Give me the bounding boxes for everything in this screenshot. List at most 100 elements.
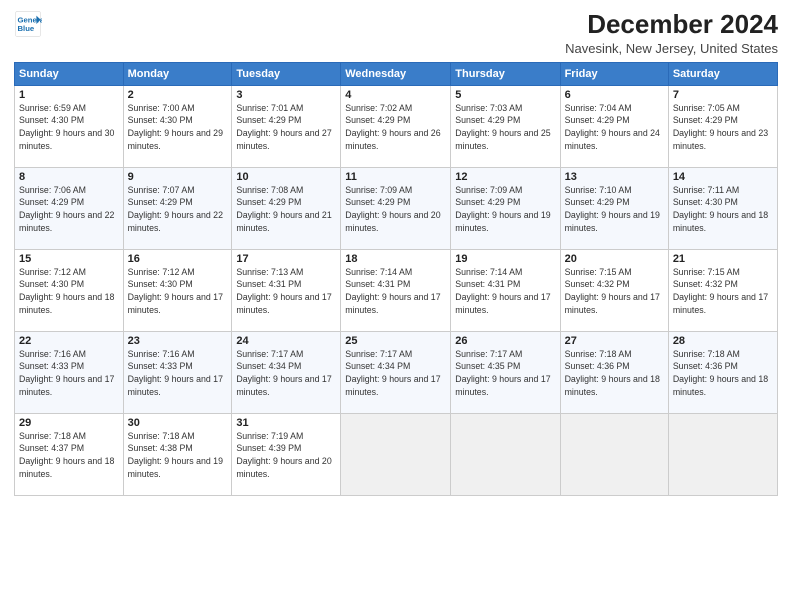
table-row: 16 Sunrise: 7:12 AM Sunset: 4:30 PM Dayl… xyxy=(123,249,232,331)
day-number: 29 xyxy=(19,417,119,429)
table-row: 27 Sunrise: 7:18 AM Sunset: 4:36 PM Dayl… xyxy=(560,331,668,413)
day-number: 4 xyxy=(345,89,446,101)
header: General Blue December 2024 Navesink, New… xyxy=(14,10,778,56)
day-info: Sunrise: 7:04 AM Sunset: 4:29 PM Dayligh… xyxy=(565,102,664,153)
day-number: 27 xyxy=(565,335,664,347)
day-number: 25 xyxy=(345,335,446,347)
day-number: 3 xyxy=(236,89,336,101)
day-info: Sunrise: 7:18 AM Sunset: 4:36 PM Dayligh… xyxy=(565,348,664,399)
day-info: Sunrise: 7:12 AM Sunset: 4:30 PM Dayligh… xyxy=(19,266,119,317)
day-info: Sunrise: 7:15 AM Sunset: 4:32 PM Dayligh… xyxy=(673,266,773,317)
table-row: 21 Sunrise: 7:15 AM Sunset: 4:32 PM Dayl… xyxy=(668,249,777,331)
table-row xyxy=(560,413,668,495)
day-number: 8 xyxy=(19,171,119,183)
day-number: 26 xyxy=(455,335,555,347)
day-number: 7 xyxy=(673,89,773,101)
col-monday: Monday xyxy=(123,62,232,85)
table-row: 3 Sunrise: 7:01 AM Sunset: 4:29 PM Dayli… xyxy=(232,85,341,167)
page: General Blue December 2024 Navesink, New… xyxy=(0,0,792,612)
day-number: 2 xyxy=(128,89,228,101)
table-row: 30 Sunrise: 7:18 AM Sunset: 4:38 PM Dayl… xyxy=(123,413,232,495)
col-wednesday: Wednesday xyxy=(341,62,451,85)
table-row: 20 Sunrise: 7:15 AM Sunset: 4:32 PM Dayl… xyxy=(560,249,668,331)
day-info: Sunrise: 7:12 AM Sunset: 4:30 PM Dayligh… xyxy=(128,266,228,317)
day-info: Sunrise: 7:09 AM Sunset: 4:29 PM Dayligh… xyxy=(345,184,446,235)
table-row: 31 Sunrise: 7:19 AM Sunset: 4:39 PM Dayl… xyxy=(232,413,341,495)
day-info: Sunrise: 7:17 AM Sunset: 4:34 PM Dayligh… xyxy=(236,348,336,399)
day-info: Sunrise: 7:13 AM Sunset: 4:31 PM Dayligh… xyxy=(236,266,336,317)
col-friday: Friday xyxy=(560,62,668,85)
col-thursday: Thursday xyxy=(451,62,560,85)
day-info: Sunrise: 7:09 AM Sunset: 4:29 PM Dayligh… xyxy=(455,184,555,235)
day-info: Sunrise: 7:18 AM Sunset: 4:38 PM Dayligh… xyxy=(128,430,228,481)
table-row xyxy=(668,413,777,495)
table-row: 4 Sunrise: 7:02 AM Sunset: 4:29 PM Dayli… xyxy=(341,85,451,167)
table-row: 11 Sunrise: 7:09 AM Sunset: 4:29 PM Dayl… xyxy=(341,167,451,249)
svg-text:Blue: Blue xyxy=(18,24,35,33)
day-number: 30 xyxy=(128,417,228,429)
table-row: 23 Sunrise: 7:16 AM Sunset: 4:33 PM Dayl… xyxy=(123,331,232,413)
table-row: 5 Sunrise: 7:03 AM Sunset: 4:29 PM Dayli… xyxy=(451,85,560,167)
day-number: 31 xyxy=(236,417,336,429)
day-number: 15 xyxy=(19,253,119,265)
day-info: Sunrise: 7:02 AM Sunset: 4:29 PM Dayligh… xyxy=(345,102,446,153)
day-info: Sunrise: 7:11 AM Sunset: 4:30 PM Dayligh… xyxy=(673,184,773,235)
day-info: Sunrise: 7:07 AM Sunset: 4:29 PM Dayligh… xyxy=(128,184,228,235)
day-info: Sunrise: 7:19 AM Sunset: 4:39 PM Dayligh… xyxy=(236,430,336,481)
day-number: 12 xyxy=(455,171,555,183)
table-row: 9 Sunrise: 7:07 AM Sunset: 4:29 PM Dayli… xyxy=(123,167,232,249)
main-title: December 2024 xyxy=(565,10,778,39)
table-row xyxy=(451,413,560,495)
day-number: 20 xyxy=(565,253,664,265)
table-row: 1 Sunrise: 6:59 AM Sunset: 4:30 PM Dayli… xyxy=(15,85,124,167)
table-row: 19 Sunrise: 7:14 AM Sunset: 4:31 PM Dayl… xyxy=(451,249,560,331)
table-row: 10 Sunrise: 7:08 AM Sunset: 4:29 PM Dayl… xyxy=(232,167,341,249)
day-info: Sunrise: 7:18 AM Sunset: 4:37 PM Dayligh… xyxy=(19,430,119,481)
logo-icon: General Blue xyxy=(14,10,42,38)
day-info: Sunrise: 7:14 AM Sunset: 4:31 PM Dayligh… xyxy=(345,266,446,317)
table-row: 24 Sunrise: 7:17 AM Sunset: 4:34 PM Dayl… xyxy=(232,331,341,413)
table-row: 29 Sunrise: 7:18 AM Sunset: 4:37 PM Dayl… xyxy=(15,413,124,495)
table-row: 2 Sunrise: 7:00 AM Sunset: 4:30 PM Dayli… xyxy=(123,85,232,167)
table-row: 26 Sunrise: 7:17 AM Sunset: 4:35 PM Dayl… xyxy=(451,331,560,413)
day-info: Sunrise: 7:03 AM Sunset: 4:29 PM Dayligh… xyxy=(455,102,555,153)
col-sunday: Sunday xyxy=(15,62,124,85)
day-number: 24 xyxy=(236,335,336,347)
day-number: 23 xyxy=(128,335,228,347)
day-info: Sunrise: 7:01 AM Sunset: 4:29 PM Dayligh… xyxy=(236,102,336,153)
day-number: 22 xyxy=(19,335,119,347)
calendar-table: Sunday Monday Tuesday Wednesday Thursday… xyxy=(14,62,778,496)
col-saturday: Saturday xyxy=(668,62,777,85)
day-number: 10 xyxy=(236,171,336,183)
day-info: Sunrise: 7:18 AM Sunset: 4:36 PM Dayligh… xyxy=(673,348,773,399)
table-row: 13 Sunrise: 7:10 AM Sunset: 4:29 PM Dayl… xyxy=(560,167,668,249)
day-number: 21 xyxy=(673,253,773,265)
day-number: 28 xyxy=(673,335,773,347)
table-row: 17 Sunrise: 7:13 AM Sunset: 4:31 PM Dayl… xyxy=(232,249,341,331)
title-section: December 2024 Navesink, New Jersey, Unit… xyxy=(565,10,778,56)
day-info: Sunrise: 7:15 AM Sunset: 4:32 PM Dayligh… xyxy=(565,266,664,317)
day-info: Sunrise: 6:59 AM Sunset: 4:30 PM Dayligh… xyxy=(19,102,119,153)
day-info: Sunrise: 7:17 AM Sunset: 4:34 PM Dayligh… xyxy=(345,348,446,399)
table-row: 18 Sunrise: 7:14 AM Sunset: 4:31 PM Dayl… xyxy=(341,249,451,331)
table-row: 7 Sunrise: 7:05 AM Sunset: 4:29 PM Dayli… xyxy=(668,85,777,167)
day-number: 14 xyxy=(673,171,773,183)
day-info: Sunrise: 7:16 AM Sunset: 4:33 PM Dayligh… xyxy=(128,348,228,399)
table-row: 12 Sunrise: 7:09 AM Sunset: 4:29 PM Dayl… xyxy=(451,167,560,249)
table-row xyxy=(341,413,451,495)
day-number: 18 xyxy=(345,253,446,265)
day-number: 16 xyxy=(128,253,228,265)
day-info: Sunrise: 7:05 AM Sunset: 4:29 PM Dayligh… xyxy=(673,102,773,153)
col-tuesday: Tuesday xyxy=(232,62,341,85)
day-info: Sunrise: 7:00 AM Sunset: 4:30 PM Dayligh… xyxy=(128,102,228,153)
day-number: 13 xyxy=(565,171,664,183)
day-info: Sunrise: 7:14 AM Sunset: 4:31 PM Dayligh… xyxy=(455,266,555,317)
table-row: 25 Sunrise: 7:17 AM Sunset: 4:34 PM Dayl… xyxy=(341,331,451,413)
day-number: 1 xyxy=(19,89,119,101)
table-row: 8 Sunrise: 7:06 AM Sunset: 4:29 PM Dayli… xyxy=(15,167,124,249)
table-row: 14 Sunrise: 7:11 AM Sunset: 4:30 PM Dayl… xyxy=(668,167,777,249)
day-number: 11 xyxy=(345,171,446,183)
table-row: 28 Sunrise: 7:18 AM Sunset: 4:36 PM Dayl… xyxy=(668,331,777,413)
table-row: 15 Sunrise: 7:12 AM Sunset: 4:30 PM Dayl… xyxy=(15,249,124,331)
day-number: 19 xyxy=(455,253,555,265)
